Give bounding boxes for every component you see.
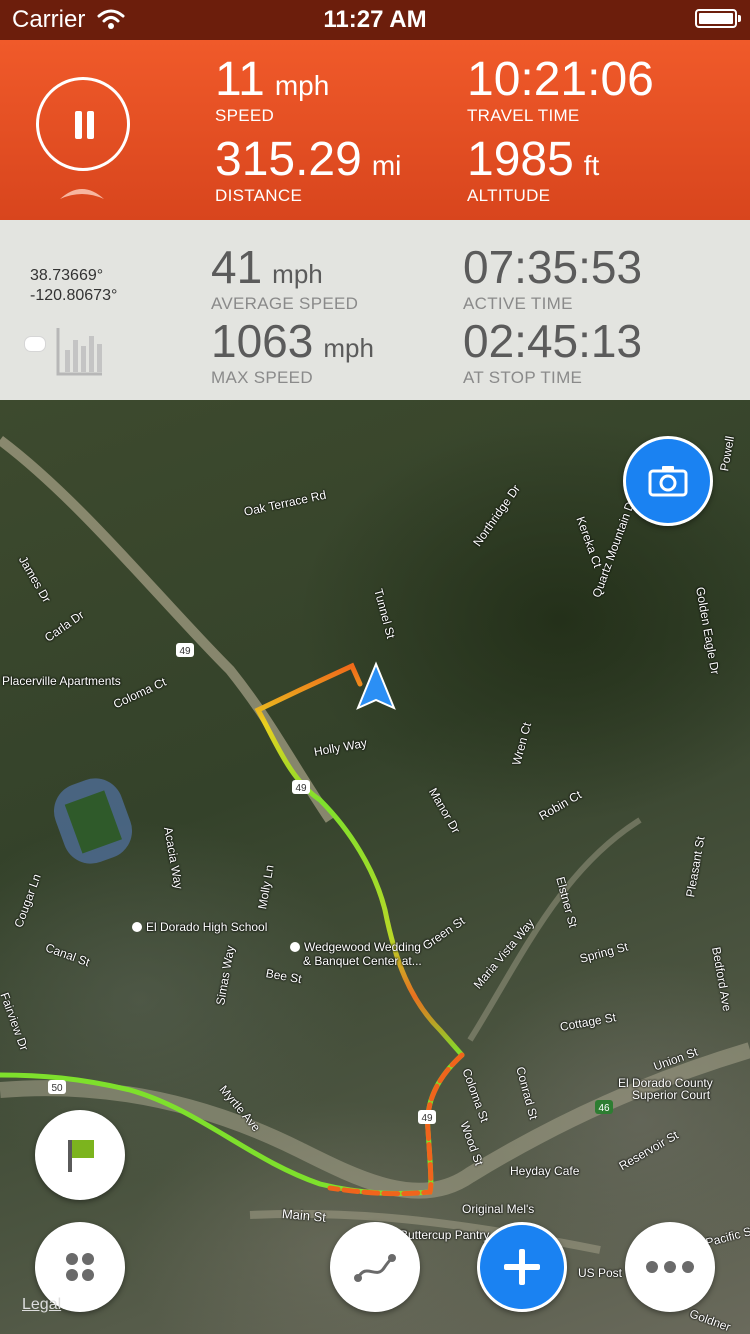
status-bar: Carrier 11:27 AM bbox=[0, 0, 750, 40]
poi-el-dorado-high-school: El Dorado High School bbox=[146, 920, 268, 934]
poi-label: & Banquet Center at... bbox=[303, 954, 422, 968]
average-speed-label: AVERAGE SPEED bbox=[211, 294, 359, 313]
speed-stat: 11 mph SPEED bbox=[215, 56, 329, 126]
poi-placerville-apartments: Placerville Apartments bbox=[2, 674, 121, 688]
altitude-value: 1985 bbox=[467, 133, 574, 186]
route-50-label: 50 bbox=[51, 1083, 63, 1094]
longitude-value: -120.80673° bbox=[30, 287, 118, 304]
add-button[interactable] bbox=[477, 1222, 567, 1312]
distance-stat: 315.29 mi DISTANCE bbox=[215, 136, 401, 206]
poi-label: Placerville Apartments bbox=[2, 674, 121, 688]
average-speed-unit: mph bbox=[272, 259, 323, 289]
clock: 11:27 AM bbox=[323, 6, 427, 33]
poi-label: El Dorado High School bbox=[132, 920, 267, 934]
max-speed-unit: mph bbox=[323, 333, 374, 363]
more-icon bbox=[646, 1261, 694, 1273]
travel-time-label: TRAVEL TIME bbox=[467, 106, 580, 125]
coordinates: 38.73669° -120.80673° bbox=[30, 266, 117, 306]
active-time-value: 07:35:53 bbox=[463, 241, 643, 293]
flag-icon bbox=[68, 1140, 94, 1172]
max-speed-stat: 1063 mph MAX SPEED bbox=[211, 318, 374, 388]
altitude-stat: 1985 ft ALTITUDE bbox=[467, 136, 599, 206]
max-speed-label: MAX SPEED bbox=[211, 368, 313, 387]
poi-label: Original Mel's bbox=[462, 1202, 535, 1216]
average-speed-stat: 41 mph AVERAGE SPEED bbox=[211, 244, 358, 314]
legal-link[interactable]: Legal bbox=[22, 1296, 61, 1314]
route-icon bbox=[354, 1254, 396, 1282]
route-49-label: 49 bbox=[421, 1113, 433, 1124]
altitude-unit: ft bbox=[583, 150, 600, 181]
secondary-stats-panel: 38.73669° -120.80673° 41 mph AVERAGE SPEE… bbox=[0, 220, 750, 400]
at-stop-time-stat: 02:45:13 AT STOP TIME bbox=[463, 318, 642, 388]
active-time-stat: 07:35:53 ACTIVE TIME bbox=[463, 244, 642, 314]
route-49-label: 49 bbox=[179, 646, 191, 657]
speed-value: 11 bbox=[215, 53, 265, 106]
camera-icon bbox=[648, 466, 688, 497]
more-button[interactable] bbox=[625, 1222, 715, 1312]
speed-unit: mph bbox=[274, 70, 330, 101]
speed-label: SPEED bbox=[215, 106, 275, 125]
distance-label: DISTANCE bbox=[215, 186, 303, 205]
flag-button[interactable] bbox=[35, 1110, 125, 1200]
camera-button[interactable] bbox=[623, 436, 713, 526]
latitude-value: 38.73669° bbox=[30, 267, 104, 284]
battery-icon bbox=[695, 9, 741, 28]
route-49-label: 49 bbox=[295, 783, 307, 794]
primary-stats-panel: 11 mph SPEED 10:21:06 TRAVEL TIME 315.29 m… bbox=[0, 40, 750, 220]
location-arrow-icon bbox=[356, 661, 396, 710]
at-stop-time-label: AT STOP TIME bbox=[463, 368, 583, 387]
poi-label: Wedgewood Wedding bbox=[290, 940, 421, 954]
distance-value: 315.29 bbox=[215, 133, 362, 186]
poi-label: Superior Court bbox=[632, 1088, 711, 1102]
pause-icon bbox=[75, 111, 82, 139]
route-button[interactable] bbox=[330, 1222, 420, 1312]
at-stop-time-value: 02:45:13 bbox=[463, 315, 643, 367]
speech-bubble-icon bbox=[24, 336, 46, 352]
travel-time-value: 10:21:06 bbox=[467, 53, 654, 106]
travel-time-stat: 10:21:06 TRAVEL TIME bbox=[467, 56, 654, 126]
plus-icon bbox=[504, 1249, 540, 1285]
chevron-up-icon[interactable] bbox=[58, 183, 106, 201]
poi-wedgewood: Wedgewood Wedding bbox=[304, 940, 421, 954]
route-46-label: 46 bbox=[598, 1103, 610, 1114]
active-time-label: ACTIVE TIME bbox=[463, 294, 573, 313]
pause-button[interactable] bbox=[36, 77, 130, 171]
bar-chart-icon[interactable] bbox=[56, 326, 104, 376]
distance-unit: mi bbox=[371, 150, 402, 181]
average-speed-value: 41 bbox=[211, 241, 263, 293]
poi-label: Heyday Cafe bbox=[510, 1164, 580, 1178]
altitude-label: ALTITUDE bbox=[467, 186, 551, 205]
max-speed-value: 1063 bbox=[211, 315, 314, 367]
